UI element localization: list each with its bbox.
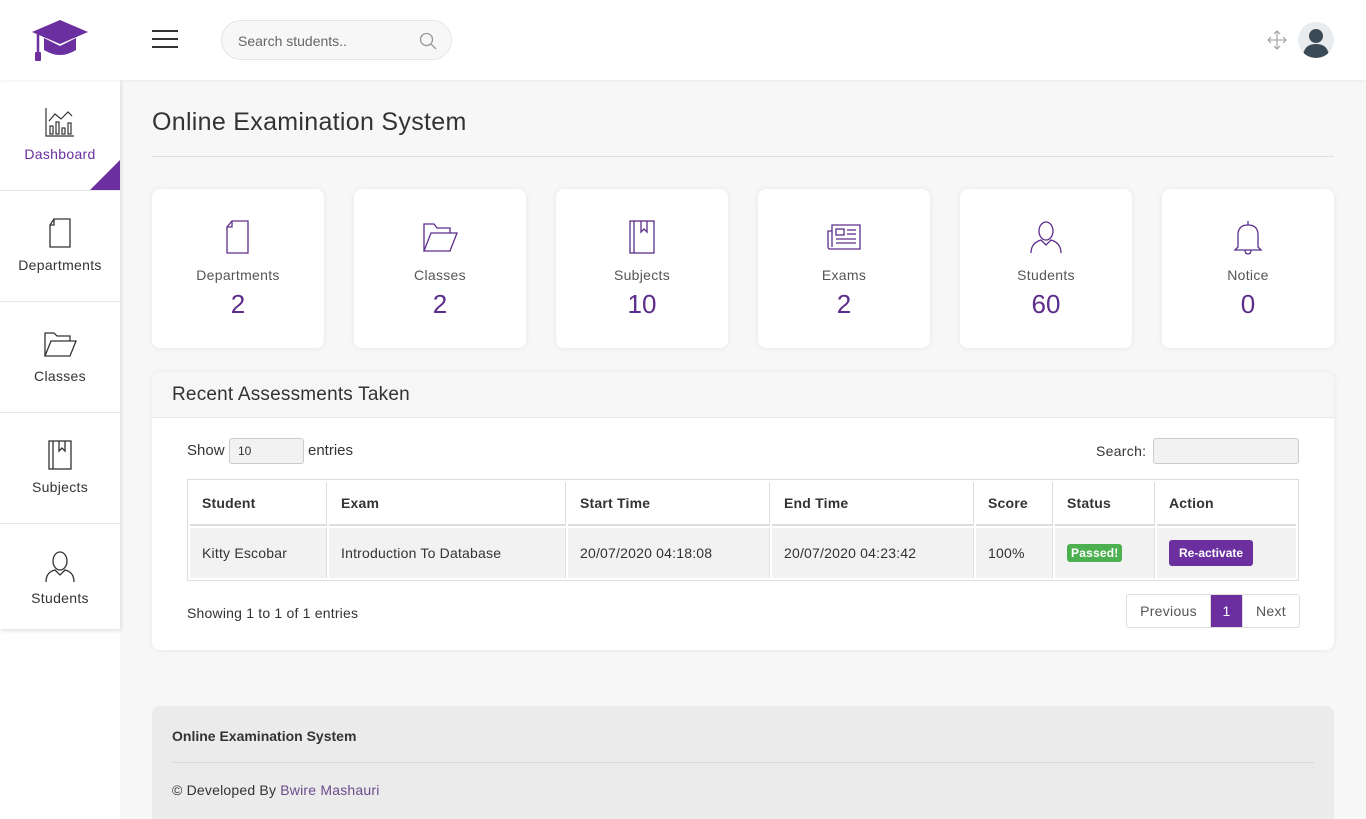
stat-label: Classes xyxy=(414,267,466,283)
document-icon xyxy=(220,219,256,255)
active-indicator xyxy=(90,160,120,190)
cell-exam: Introduction To Database xyxy=(329,528,566,578)
folder-icon xyxy=(422,219,458,255)
sidebar-item-label: Departments xyxy=(18,257,102,273)
folder-icon xyxy=(42,326,78,362)
sidebar-item-departments[interactable]: Departments xyxy=(0,191,120,302)
credit-prefix: © Developed By xyxy=(172,782,277,798)
footer-divider xyxy=(172,762,1314,763)
user-avatar[interactable] xyxy=(1298,22,1334,58)
column-header-end-time[interactable]: End Time xyxy=(772,482,974,526)
pagination: Previous 1 Next xyxy=(1126,594,1300,628)
hamburger-line xyxy=(152,46,178,48)
sidebar-item-classes[interactable]: Classes xyxy=(0,302,120,413)
column-header-student[interactable]: Student xyxy=(190,482,327,526)
panel-title: Recent Assessments Taken xyxy=(172,384,410,405)
sidebar-item-label: Classes xyxy=(34,368,86,384)
stat-card-exams[interactable]: Exams 2 xyxy=(758,189,930,348)
document-icon xyxy=(42,215,78,251)
assessments-table: Student Exam Start Time End Time Score S… xyxy=(187,479,1299,581)
reactivate-button[interactable]: Re-activate xyxy=(1169,540,1254,566)
stat-label: Students xyxy=(1017,267,1075,283)
stat-card-notice[interactable]: Notice 0 xyxy=(1162,189,1334,348)
table-search-label: Search: xyxy=(1096,443,1147,459)
top-header xyxy=(0,0,1366,80)
footer: Online Examination System © Developed By… xyxy=(152,706,1334,819)
previous-page-button[interactable]: Previous xyxy=(1127,595,1211,627)
newspaper-icon xyxy=(826,219,862,255)
status-badge: Passed! xyxy=(1067,544,1123,562)
column-header-start-time[interactable]: Start Time xyxy=(568,482,770,526)
table-row: Kitty Escobar Introduction To Database 2… xyxy=(190,528,1296,578)
search-icon[interactable] xyxy=(419,32,437,50)
page-size-select[interactable]: 10 xyxy=(229,438,304,464)
page-1-button[interactable]: 1 xyxy=(1211,595,1242,627)
table-header-row: Student Exam Start Time End Time Score S… xyxy=(190,482,1296,526)
stat-card-students[interactable]: Students 60 xyxy=(960,189,1132,348)
book-icon xyxy=(624,219,660,255)
sidebar-item-students[interactable]: Students xyxy=(0,524,120,629)
stat-value: 2 xyxy=(432,289,448,319)
developer-link[interactable]: Bwire Mashauri xyxy=(280,782,379,798)
stat-label: Notice xyxy=(1227,267,1269,283)
divider xyxy=(152,156,1334,157)
column-header-status[interactable]: Status xyxy=(1055,482,1155,526)
sidebar-nav: Dashboard Departments Classes Subjects S… xyxy=(0,80,120,629)
entries-label: entries xyxy=(308,442,354,459)
menu-toggle-button[interactable] xyxy=(152,30,178,50)
chart-icon xyxy=(42,104,78,140)
stat-value: 2 xyxy=(230,289,246,319)
column-header-exam[interactable]: Exam xyxy=(329,482,566,526)
column-header-action[interactable]: Action xyxy=(1157,482,1296,526)
user-icon xyxy=(42,548,78,584)
sidebar-item-label: Subjects xyxy=(31,479,89,495)
footer-title: Online Examination System xyxy=(172,728,357,744)
sidebar-item-label: Students xyxy=(31,590,89,606)
stat-value: 60 xyxy=(1031,289,1061,319)
hamburger-line xyxy=(152,30,178,32)
student-search xyxy=(221,20,452,60)
stat-value: 2 xyxy=(836,289,852,319)
next-page-button[interactable]: Next xyxy=(1242,595,1299,627)
stat-card-departments[interactable]: Departments 2 xyxy=(152,189,324,348)
fullscreen-icon[interactable] xyxy=(1267,30,1287,50)
cell-score: 100% xyxy=(976,528,1053,578)
table-info: Showing 1 to 1 of 1 entries xyxy=(187,605,359,621)
page-title: Online Examination System xyxy=(152,108,467,136)
cell-action: Re-activate xyxy=(1157,528,1296,578)
hamburger-line xyxy=(152,38,178,40)
graduation-cap-logo-icon[interactable] xyxy=(30,18,90,64)
recent-assessments-panel: Recent Assessments Taken Show 10 entries… xyxy=(152,372,1334,650)
stat-label: Departments xyxy=(196,267,280,283)
stat-card-classes[interactable]: Classes 2 xyxy=(354,189,526,348)
cell-end-time: 20/07/2020 04:23:42 xyxy=(772,528,974,578)
table-search-input[interactable] xyxy=(1153,438,1299,464)
stat-card-subjects[interactable]: Subjects 10 xyxy=(556,189,728,348)
stat-value: 0 xyxy=(1240,289,1256,319)
sidebar-item-dashboard[interactable]: Dashboard xyxy=(0,80,120,191)
stat-value: 10 xyxy=(627,289,657,319)
panel-header: Recent Assessments Taken xyxy=(152,372,1334,418)
sidebar: Dashboard Departments Classes Subjects S… xyxy=(0,80,120,819)
cell-start-time: 20/07/2020 04:18:08 xyxy=(568,528,770,578)
cell-status: Passed! xyxy=(1055,528,1155,578)
show-label: Show xyxy=(187,442,225,459)
footer-credit: © Developed By Bwire Mashauri xyxy=(172,782,380,798)
stat-label: Exams xyxy=(821,267,867,283)
user-icon xyxy=(1028,219,1064,255)
book-icon xyxy=(42,437,78,473)
stat-label: Subjects xyxy=(613,267,671,283)
column-header-score[interactable]: Score xyxy=(976,482,1053,526)
sidebar-item-subjects[interactable]: Subjects xyxy=(0,413,120,524)
cell-student: Kitty Escobar xyxy=(190,528,327,578)
bell-icon xyxy=(1230,219,1266,255)
search-input[interactable] xyxy=(238,30,418,52)
